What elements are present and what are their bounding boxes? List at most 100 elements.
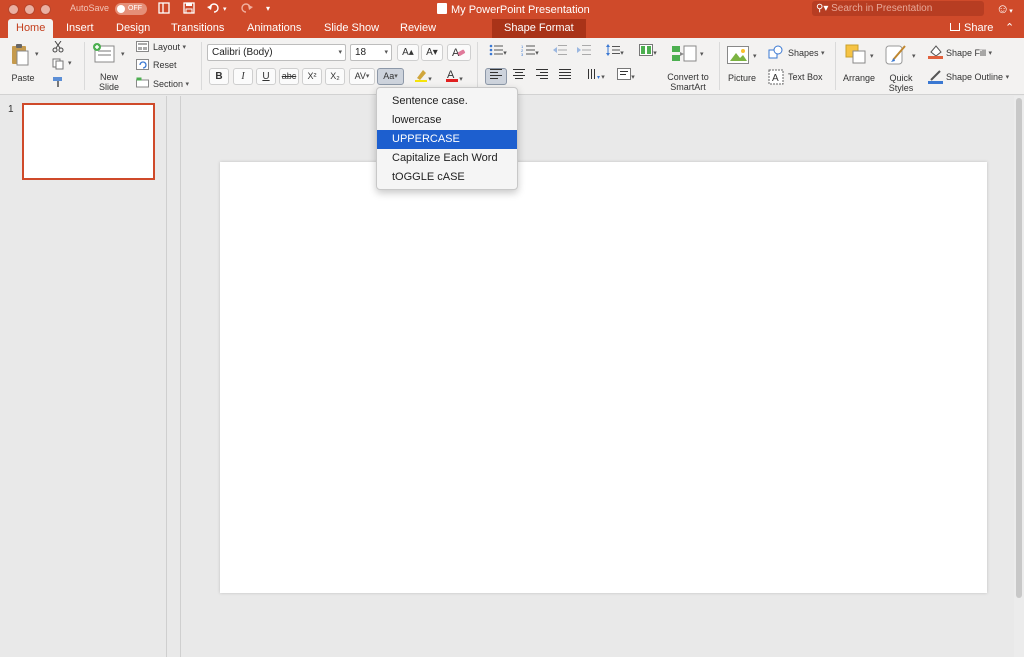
- smartart-dropdown-icon[interactable]: ▾: [700, 50, 704, 58]
- new-slide-label-line2[interactable]: Slide: [94, 82, 124, 92]
- panel-splitter[interactable]: [167, 96, 181, 657]
- smartart-icon[interactable]: [672, 44, 698, 67]
- justify-icon: [559, 69, 571, 79]
- zoom-window-button[interactable]: [40, 4, 51, 15]
- align-left-button[interactable]: [485, 68, 507, 85]
- slide-canvas[interactable]: [220, 162, 987, 593]
- italic-button[interactable]: I: [233, 68, 253, 85]
- close-window-button[interactable]: [8, 4, 19, 15]
- subscript-button[interactable]: X₂: [325, 68, 345, 85]
- quick-styles-label-line2[interactable]: Styles: [882, 83, 920, 93]
- text-box-label[interactable]: Text Box: [788, 71, 823, 83]
- align-center-button[interactable]: [509, 68, 529, 85]
- superscript-button[interactable]: X²: [302, 68, 322, 85]
- shape-outline-icon[interactable]: [928, 69, 943, 87]
- tab-animations[interactable]: Animations: [239, 19, 309, 38]
- clear-formatting-button[interactable]: A: [447, 44, 471, 61]
- convert-smartart-label-line2[interactable]: SmartArt: [662, 82, 714, 92]
- section-button[interactable]: Section ▾: [153, 78, 189, 91]
- character-spacing-button[interactable]: AV▾: [349, 68, 375, 85]
- shape-outline-button[interactable]: Shape Outline ▾: [946, 71, 1009, 84]
- columns-button[interactable]: ▾: [634, 44, 662, 61]
- undo-icon[interactable]: [207, 2, 221, 17]
- decrease-indent-button[interactable]: [550, 44, 570, 61]
- reset-icon[interactable]: [136, 59, 149, 73]
- new-slide-label-line1[interactable]: New: [94, 72, 124, 82]
- cut-icon[interactable]: [52, 40, 64, 56]
- tab-insert[interactable]: Insert: [58, 19, 102, 38]
- tab-review[interactable]: Review: [392, 19, 444, 38]
- menu-item-uppercase[interactable]: UPPERCASE: [377, 130, 517, 149]
- quick-styles-dropdown-icon[interactable]: ▾: [912, 52, 916, 60]
- underline-button[interactable]: U: [256, 68, 276, 85]
- menu-item-toggle-case[interactable]: tOGGLE cASE: [377, 168, 517, 187]
- font-color-button[interactable]: A ▾: [440, 68, 468, 85]
- share-button[interactable]: Share: [950, 19, 993, 38]
- convert-smartart-label-line1[interactable]: Convert to: [662, 72, 714, 82]
- picture-icon[interactable]: [727, 46, 749, 67]
- section-icon[interactable]: [136, 77, 149, 91]
- copy-icon[interactable]: [52, 58, 64, 73]
- new-slide-dropdown-icon[interactable]: ▾: [121, 50, 125, 58]
- tab-home[interactable]: Home: [8, 19, 54, 38]
- menu-item-capitalize-each-word[interactable]: Capitalize Each Word: [377, 149, 517, 168]
- grow-font-button[interactable]: A▴: [397, 44, 419, 61]
- copy-dropdown-icon[interactable]: ▾: [68, 59, 72, 67]
- shrink-font-button[interactable]: A▾: [421, 44, 443, 61]
- reset-button[interactable]: Reset: [153, 59, 177, 71]
- shapes-icon[interactable]: [768, 45, 784, 62]
- save-icon[interactable]: [183, 2, 195, 17]
- vertical-scroll-thumb[interactable]: [1016, 98, 1022, 598]
- quick-styles-label-line1[interactable]: Quick: [882, 73, 920, 83]
- menu-item-lowercase[interactable]: lowercase: [377, 111, 517, 130]
- format-painter-icon[interactable]: [52, 76, 64, 91]
- tab-slide-show[interactable]: Slide Show: [316, 19, 387, 38]
- search-input[interactable]: ⚲▾ Search in Presentation: [812, 1, 984, 16]
- align-right-button[interactable]: [532, 68, 552, 85]
- menu-item-sentence-case[interactable]: Sentence case.: [377, 92, 517, 111]
- layout-icon[interactable]: [136, 41, 149, 55]
- bullets-button[interactable]: ▾: [484, 44, 512, 61]
- arrange-icon[interactable]: [845, 44, 867, 67]
- paste-icon[interactable]: [10, 43, 30, 70]
- new-slide-icon[interactable]: [92, 42, 116, 67]
- arrange-dropdown-icon[interactable]: ▾: [870, 52, 874, 60]
- autosave-toggle[interactable]: OFF: [115, 3, 147, 15]
- paste-dropdown-icon[interactable]: ▾: [35, 50, 39, 58]
- strikethrough-button[interactable]: abc: [279, 68, 299, 85]
- sidebar-toggle-icon[interactable]: [158, 2, 170, 17]
- collapse-ribbon-icon[interactable]: ⌃: [1005, 21, 1014, 34]
- numbering-button[interactable]: 1 2 3 ▾: [516, 44, 544, 61]
- picture-dropdown-icon[interactable]: ▾: [753, 52, 757, 60]
- shapes-button[interactable]: Shapes ▾: [788, 47, 825, 60]
- minimize-window-button[interactable]: [24, 4, 35, 15]
- bold-button[interactable]: B: [209, 68, 229, 85]
- layout-button[interactable]: Layout ▾: [153, 41, 186, 54]
- feedback-smiley-icon[interactable]: ☺▾: [996, 1, 1013, 16]
- font-size-select[interactable]: 18 ▾: [350, 44, 392, 61]
- customize-toolbar-icon[interactable]: ▾: [266, 4, 270, 13]
- paste-label[interactable]: Paste: [9, 73, 37, 83]
- font-name-select[interactable]: Calibri (Body) ▾: [207, 44, 346, 61]
- arrange-label[interactable]: Arrange: [840, 73, 878, 83]
- justify-button[interactable]: [555, 68, 575, 85]
- highlight-color-button[interactable]: ▾: [409, 68, 437, 85]
- line-spacing-button[interactable]: ▾: [600, 44, 630, 61]
- change-case-button[interactable]: Aa▾: [377, 68, 404, 85]
- font-size-dropdown-icon: ▾: [384, 49, 388, 56]
- undo-dropdown-icon[interactable]: ▾: [223, 5, 227, 13]
- tab-shape-format[interactable]: Shape Format: [492, 19, 586, 38]
- shape-fill-icon[interactable]: [928, 44, 943, 62]
- align-text-button[interactable]: ▾: [612, 68, 640, 85]
- redo-icon[interactable]: [241, 2, 253, 17]
- picture-label[interactable]: Picture: [724, 73, 760, 83]
- document-icon: [437, 3, 447, 14]
- quick-styles-icon[interactable]: [885, 44, 909, 69]
- increase-indent-button[interactable]: [574, 44, 594, 61]
- tab-design[interactable]: Design: [108, 19, 158, 38]
- text-direction-button[interactable]: ▾: [582, 68, 610, 85]
- text-box-icon[interactable]: A: [768, 69, 784, 88]
- shape-fill-button[interactable]: Shape Fill ▾: [946, 47, 992, 60]
- tab-transitions[interactable]: Transitions: [163, 19, 232, 38]
- slide-thumbnail[interactable]: [22, 103, 155, 180]
